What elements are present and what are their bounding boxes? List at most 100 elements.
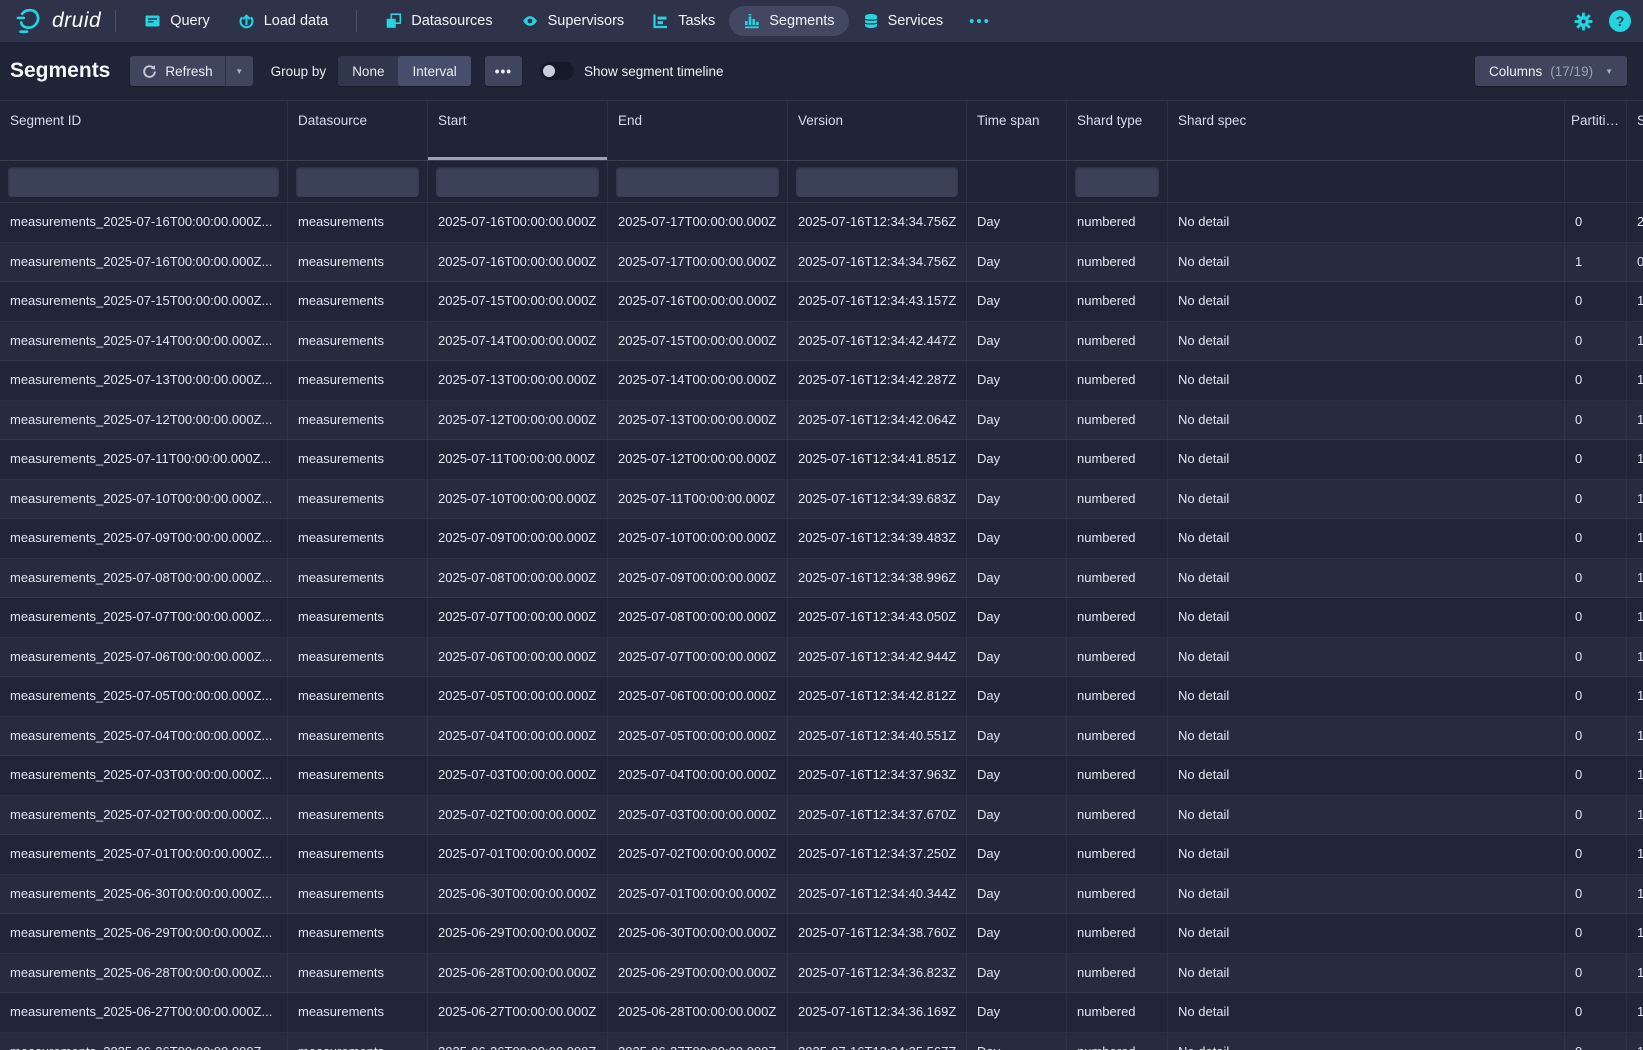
nav-item-query[interactable]: Query [130,6,224,36]
column-header-partitions[interactable]: Partitions [1565,101,1627,160]
table-row[interactable]: measurements_2025-07-12T00:00:00.000Z...… [0,401,1643,441]
start-filter-input[interactable] [436,167,599,197]
cell-segment-id: measurements_2025-07-09T00:00:00.000Z... [0,519,288,558]
settings-gear-icon[interactable] [1574,12,1593,31]
cell-shard-type: numbered [1067,440,1168,479]
top-navbar: druid Query Load data [0,0,1643,42]
column-header-shard-type[interactable]: Shard type [1067,101,1168,160]
cell-segment-id: measurements_2025-07-06T00:00:00.000Z... [0,638,288,677]
table-row[interactable]: measurements_2025-07-02T00:00:00.000Z...… [0,796,1643,836]
cell-time-span: Day [967,519,1067,558]
cell-shard-type: numbered [1067,914,1168,953]
segment-timeline-toggle[interactable] [540,62,574,80]
refresh-icon [142,64,157,79]
cell-end: 2025-07-04T00:00:00.000Z [608,756,788,795]
table-row[interactable]: measurements_2025-07-13T00:00:00.000Z...… [0,361,1643,401]
cell-shard-spec: No detail [1168,519,1565,558]
table-row[interactable]: measurements_2025-07-04T00:00:00.000Z...… [0,717,1643,757]
end-filter-input[interactable] [616,167,779,197]
filter-cell [288,161,428,202]
cell-segment-id: measurements_2025-07-11T00:00:00.000Z... [0,440,288,479]
cell-end: 2025-07-06T00:00:00.000Z [608,677,788,716]
cell-segment-id: measurements_2025-07-08T00:00:00.000Z... [0,559,288,598]
column-header-end[interactable]: End [608,101,788,160]
table-row[interactable]: measurements_2025-07-15T00:00:00.000Z...… [0,282,1643,322]
cell-end: 2025-07-12T00:00:00.000Z [608,440,788,479]
nav-item-load-data[interactable]: Load data [224,6,343,36]
column-header-datasource[interactable]: Datasource [288,101,428,160]
nav-more-button[interactable]: ••• [957,13,1003,30]
cell-shard-type: numbered [1067,401,1168,440]
columns-button[interactable]: Columns (17/19) ▼ [1475,56,1627,86]
table-row[interactable]: measurements_2025-07-14T00:00:00.000Z...… [0,322,1643,362]
table-row[interactable]: measurements_2025-07-16T00:00:00.000Z...… [0,243,1643,283]
shard-type-filter-input[interactable] [1075,167,1159,197]
cell-shard-spec: No detail [1168,954,1565,993]
cell-shard-spec: No detail [1168,638,1565,677]
cell-start: 2025-07-16T00:00:00.000Z [428,203,608,242]
toolbar-more-button[interactable]: ••• [485,56,522,86]
cell-start: 2025-06-27T00:00:00.000Z [428,993,608,1032]
cell-size: 2 [1627,203,1643,242]
table-row[interactable]: measurements_2025-07-07T00:00:00.000Z...… [0,598,1643,638]
nav-item-segments[interactable]: Segments [729,6,848,36]
group-by-none-button[interactable]: None [338,56,398,86]
table-body[interactable]: measurements_2025-07-16T00:00:00.000Z...… [0,203,1643,1050]
cell-segment-id: measurements_2025-07-01T00:00:00.000Z... [0,835,288,874]
cell-segment-id: measurements_2025-07-13T00:00:00.000Z... [0,361,288,400]
table-row[interactable]: measurements_2025-06-27T00:00:00.000Z...… [0,993,1643,1033]
cell-end: 2025-07-14T00:00:00.000Z [608,361,788,400]
cell-version: 2025-07-16T12:34:34.756Z [788,203,967,242]
cell-start: 2025-07-06T00:00:00.000Z [428,638,608,677]
table-row[interactable]: measurements_2025-06-30T00:00:00.000Z...… [0,875,1643,915]
version-filter-input[interactable] [796,167,958,197]
table-row[interactable]: measurements_2025-06-26T00:00:00.000Z...… [0,1033,1643,1050]
table-row[interactable]: measurements_2025-07-01T00:00:00.000Z...… [0,835,1643,875]
group-by-interval-button[interactable]: Interval [398,56,470,86]
nav-item-datasources[interactable]: Datasources [371,6,506,36]
cell-size: 1 [1627,638,1643,677]
column-header-start[interactable]: Start [428,101,608,160]
column-header-size[interactable]: Size [1627,101,1643,160]
cell-shard-spec: No detail [1168,322,1565,361]
cell-shard-type: numbered [1067,243,1168,282]
cell-end: 2025-07-08T00:00:00.000Z [608,598,788,637]
druid-logo[interactable]: druid [14,6,101,36]
table-row[interactable]: measurements_2025-07-03T00:00:00.000Z...… [0,756,1643,796]
nav-item-supervisors[interactable]: Supervisors [507,6,639,36]
nav-item-label: Query [170,13,210,29]
column-header-version[interactable]: Version [788,101,967,160]
refresh-button[interactable]: Refresh [130,56,224,86]
table-row[interactable]: measurements_2025-06-28T00:00:00.000Z...… [0,954,1643,994]
table-row[interactable]: measurements_2025-06-29T00:00:00.000Z...… [0,914,1643,954]
cell-start: 2025-07-01T00:00:00.000Z [428,835,608,874]
cell-segment-id: measurements_2025-07-16T00:00:00.000Z... [0,243,288,282]
datasource-filter-input[interactable] [296,167,419,197]
refresh-caret-button[interactable]: ▼ [225,56,253,86]
table-row[interactable]: measurements_2025-07-06T00:00:00.000Z...… [0,638,1643,678]
cell-version: 2025-07-16T12:34:43.050Z [788,598,967,637]
table-row[interactable]: measurements_2025-07-10T00:00:00.000Z...… [0,480,1643,520]
nav-item-tasks[interactable]: Tasks [638,6,729,36]
table-row[interactable]: measurements_2025-07-05T00:00:00.000Z...… [0,677,1643,717]
table-row[interactable]: measurements_2025-07-09T00:00:00.000Z...… [0,519,1643,559]
cell-size: 1 [1627,954,1643,993]
query-icon [144,13,161,29]
cell-version: 2025-07-16T12:34:36.169Z [788,993,967,1032]
cell-shard-spec: No detail [1168,203,1565,242]
table-row[interactable]: measurements_2025-07-16T00:00:00.000Z...… [0,203,1643,243]
cell-version: 2025-07-16T12:34:35.567Z [788,1033,967,1050]
refresh-label: Refresh [165,64,212,79]
column-header-shard-spec[interactable]: Shard spec [1168,101,1565,160]
nav-item-services[interactable]: Services [849,6,958,36]
nav-items: Query Load data Datasources [130,0,1003,42]
column-header-segment-id[interactable]: Segment ID [0,101,288,160]
cell-shard-spec: No detail [1168,559,1565,598]
help-icon[interactable]: ? [1609,10,1631,32]
column-header-time-span[interactable]: Time span [967,101,1067,160]
table-row[interactable]: measurements_2025-07-08T00:00:00.000Z...… [0,559,1643,599]
cell-partition: 0 [1565,480,1627,519]
cell-time-span: Day [967,914,1067,953]
table-row[interactable]: measurements_2025-07-11T00:00:00.000Z...… [0,440,1643,480]
segment-id-filter-input[interactable] [8,167,279,197]
